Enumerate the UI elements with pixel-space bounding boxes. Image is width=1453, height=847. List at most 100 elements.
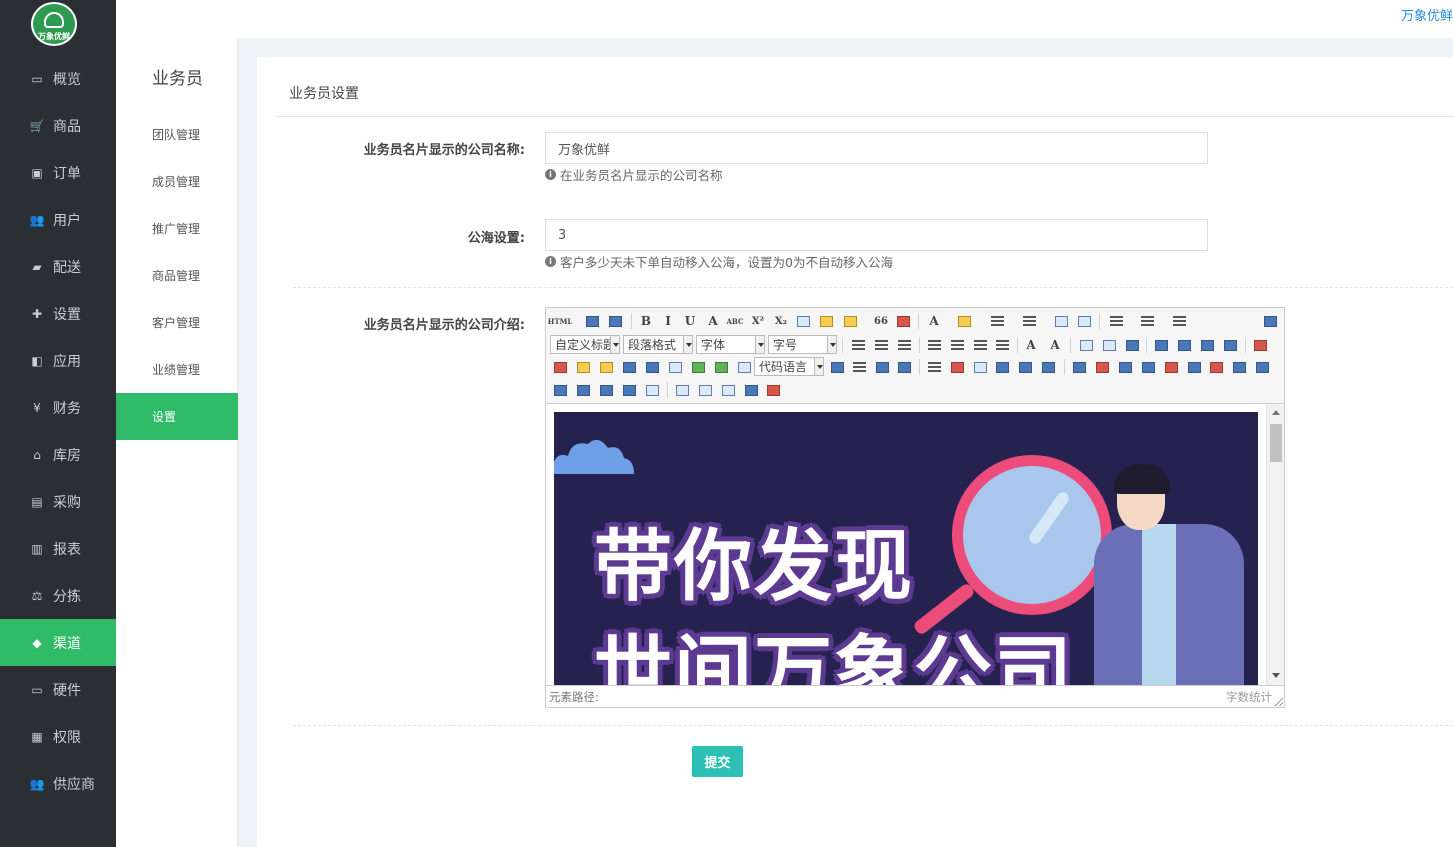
unlink-button[interactable] xyxy=(1101,337,1117,353)
row-spacing-top-button[interactable] xyxy=(1108,313,1124,329)
nav-item-10[interactable]: ▥ 报表 xyxy=(0,525,116,572)
blockquote-button[interactable]: 66 xyxy=(873,313,889,329)
music-button[interactable] xyxy=(644,359,660,375)
scroll-thumb[interactable] xyxy=(1270,424,1282,462)
image-right-button[interactable] xyxy=(1199,337,1215,353)
back-color-button[interactable] xyxy=(956,313,972,329)
print-button[interactable] xyxy=(674,382,690,398)
image-center-button[interactable] xyxy=(1222,337,1238,353)
insert-table-button[interactable] xyxy=(1071,359,1087,375)
superscript-button[interactable]: X² xyxy=(750,313,766,329)
delete-row-button[interactable] xyxy=(1163,359,1179,375)
strikethrough-button[interactable]: ABC xyxy=(726,313,743,329)
company-name-input[interactable] xyxy=(545,132,1208,164)
image-left-button[interactable] xyxy=(1176,337,1192,353)
resize-grip-icon[interactable] xyxy=(1274,697,1283,706)
simple-upload-button[interactable] xyxy=(1252,337,1268,353)
horizontal-rule-button[interactable] xyxy=(926,359,942,375)
nav-item-12[interactable]: ◆ 渠道 xyxy=(0,619,116,666)
scroll-down-icon[interactable] xyxy=(1272,673,1280,678)
attachment-button[interactable] xyxy=(667,359,683,375)
insert-frame-button[interactable] xyxy=(736,359,752,375)
brand-link[interactable]: 万象优鲜 xyxy=(1401,5,1453,24)
paragraph-select[interactable]: 段落格式 xyxy=(623,335,693,354)
nav-item-13[interactable]: ▭ 硬件 xyxy=(0,666,116,713)
help-button[interactable] xyxy=(743,382,759,398)
justify-right-button[interactable] xyxy=(972,337,988,353)
split-to-cells-button[interactable] xyxy=(575,382,591,398)
insert-paragraph-before-table-button[interactable] xyxy=(1117,359,1133,375)
undo-button[interactable] xyxy=(584,313,600,329)
special-char-button[interactable] xyxy=(994,359,1010,375)
drafts-button[interactable] xyxy=(765,382,781,398)
ordered-list-button[interactable] xyxy=(989,313,1005,329)
auto-format-button[interactable] xyxy=(842,313,858,329)
code-language-select[interactable]: 代码语言 xyxy=(754,357,824,376)
justify-left-button[interactable] xyxy=(926,337,942,353)
scrawl-button[interactable] xyxy=(598,359,614,375)
sub-nav-item-6[interactable]: 设置 xyxy=(116,393,238,440)
split-to-cols-button[interactable] xyxy=(621,382,637,398)
format-brush-button[interactable] xyxy=(818,313,834,329)
clear-doc-button[interactable] xyxy=(1076,313,1092,329)
word-count[interactable]: 字数统计 xyxy=(1226,689,1272,705)
word-image-button[interactable] xyxy=(1017,359,1033,375)
line-height-button[interactable] xyxy=(1171,313,1187,329)
anchor-button[interactable] xyxy=(1124,337,1140,353)
nav-item-6[interactable]: ◧ 应用 xyxy=(0,337,116,384)
search-replace-button[interactable] xyxy=(1040,359,1056,375)
merge-down-button[interactable] xyxy=(552,382,568,398)
font-family-select[interactable]: 字体 xyxy=(696,335,765,354)
to-lower-button[interactable]: A xyxy=(1047,337,1063,353)
emotion-button[interactable] xyxy=(575,359,591,375)
public-sea-input[interactable] xyxy=(545,219,1208,251)
select-all-button[interactable] xyxy=(1053,313,1069,329)
rich-text-editor[interactable]: HTML B I U A ABC X² X₂ 66 A 自定义标题 段落格式 字体 字号 A A 代码语言 带你… xyxy=(545,307,1285,708)
fore-color-button[interactable]: A xyxy=(926,313,942,329)
time-button[interactable] xyxy=(972,359,988,375)
nav-item-1[interactable]: 🛒 商品 xyxy=(0,102,116,149)
to-upper-button[interactable]: A xyxy=(1023,337,1039,353)
italic-button[interactable]: I xyxy=(660,313,676,329)
unordered-list-button[interactable] xyxy=(1021,313,1037,329)
row-spacing-bottom-button[interactable] xyxy=(1139,313,1155,329)
font-border-button[interactable]: A xyxy=(705,313,721,329)
sub-nav-item-3[interactable]: 商品管理 xyxy=(116,252,238,299)
editor-content[interactable]: 带你发现 世间万象公司 xyxy=(546,404,1284,685)
insert-row-button[interactable] xyxy=(1140,359,1156,375)
link-button[interactable] xyxy=(1078,337,1094,353)
html-source-button[interactable]: HTML xyxy=(548,313,573,329)
sub-nav-item-1[interactable]: 成员管理 xyxy=(116,158,238,205)
nav-item-14[interactable]: ▦ 权限 xyxy=(0,713,116,760)
custom-title-select[interactable]: 自定义标题 xyxy=(550,335,620,354)
sub-nav-item-2[interactable]: 推广管理 xyxy=(116,205,238,252)
nav-item-15[interactable]: 👥 供应商 xyxy=(0,760,116,807)
web-app-button[interactable] xyxy=(829,359,845,375)
nav-item-2[interactable]: ▣ 订单 xyxy=(0,149,116,196)
redo-button[interactable] xyxy=(607,313,623,329)
sub-nav-item-5[interactable]: 业绩管理 xyxy=(116,346,238,393)
paste-text-button[interactable] xyxy=(895,313,911,329)
merge-cells-button[interactable] xyxy=(1231,359,1247,375)
nav-item-8[interactable]: ⌂ 库房 xyxy=(0,431,116,478)
nav-item-4[interactable]: ▰ 配送 xyxy=(0,243,116,290)
merge-right-button[interactable] xyxy=(1254,359,1270,375)
justify-full-button[interactable] xyxy=(994,337,1010,353)
nav-item-11[interactable]: ⚖ 分拣 xyxy=(0,572,116,619)
delete-col-button[interactable] xyxy=(1208,359,1224,375)
nav-item-7[interactable]: ¥ 财务 xyxy=(0,384,116,431)
editor-scrollbar[interactable] xyxy=(1266,404,1284,685)
fullscreen-button[interactable] xyxy=(1262,313,1278,329)
justify-center-button[interactable] xyxy=(949,337,965,353)
nav-item-3[interactable]: 👥 用户 xyxy=(0,196,116,243)
insert-col-button[interactable] xyxy=(1186,359,1202,375)
background-button[interactable] xyxy=(874,359,890,375)
nav-item-9[interactable]: ▤ 采购 xyxy=(0,478,116,525)
insert-image-button[interactable] xyxy=(552,359,568,375)
font-size-select[interactable]: 字号 xyxy=(768,335,837,354)
gmap-button[interactable] xyxy=(713,359,729,375)
direction-rtl-button[interactable] xyxy=(873,337,889,353)
scroll-up-icon[interactable] xyxy=(1272,410,1280,415)
date-button[interactable] xyxy=(949,359,965,375)
sub-nav-item-4[interactable]: 客户管理 xyxy=(116,299,238,346)
